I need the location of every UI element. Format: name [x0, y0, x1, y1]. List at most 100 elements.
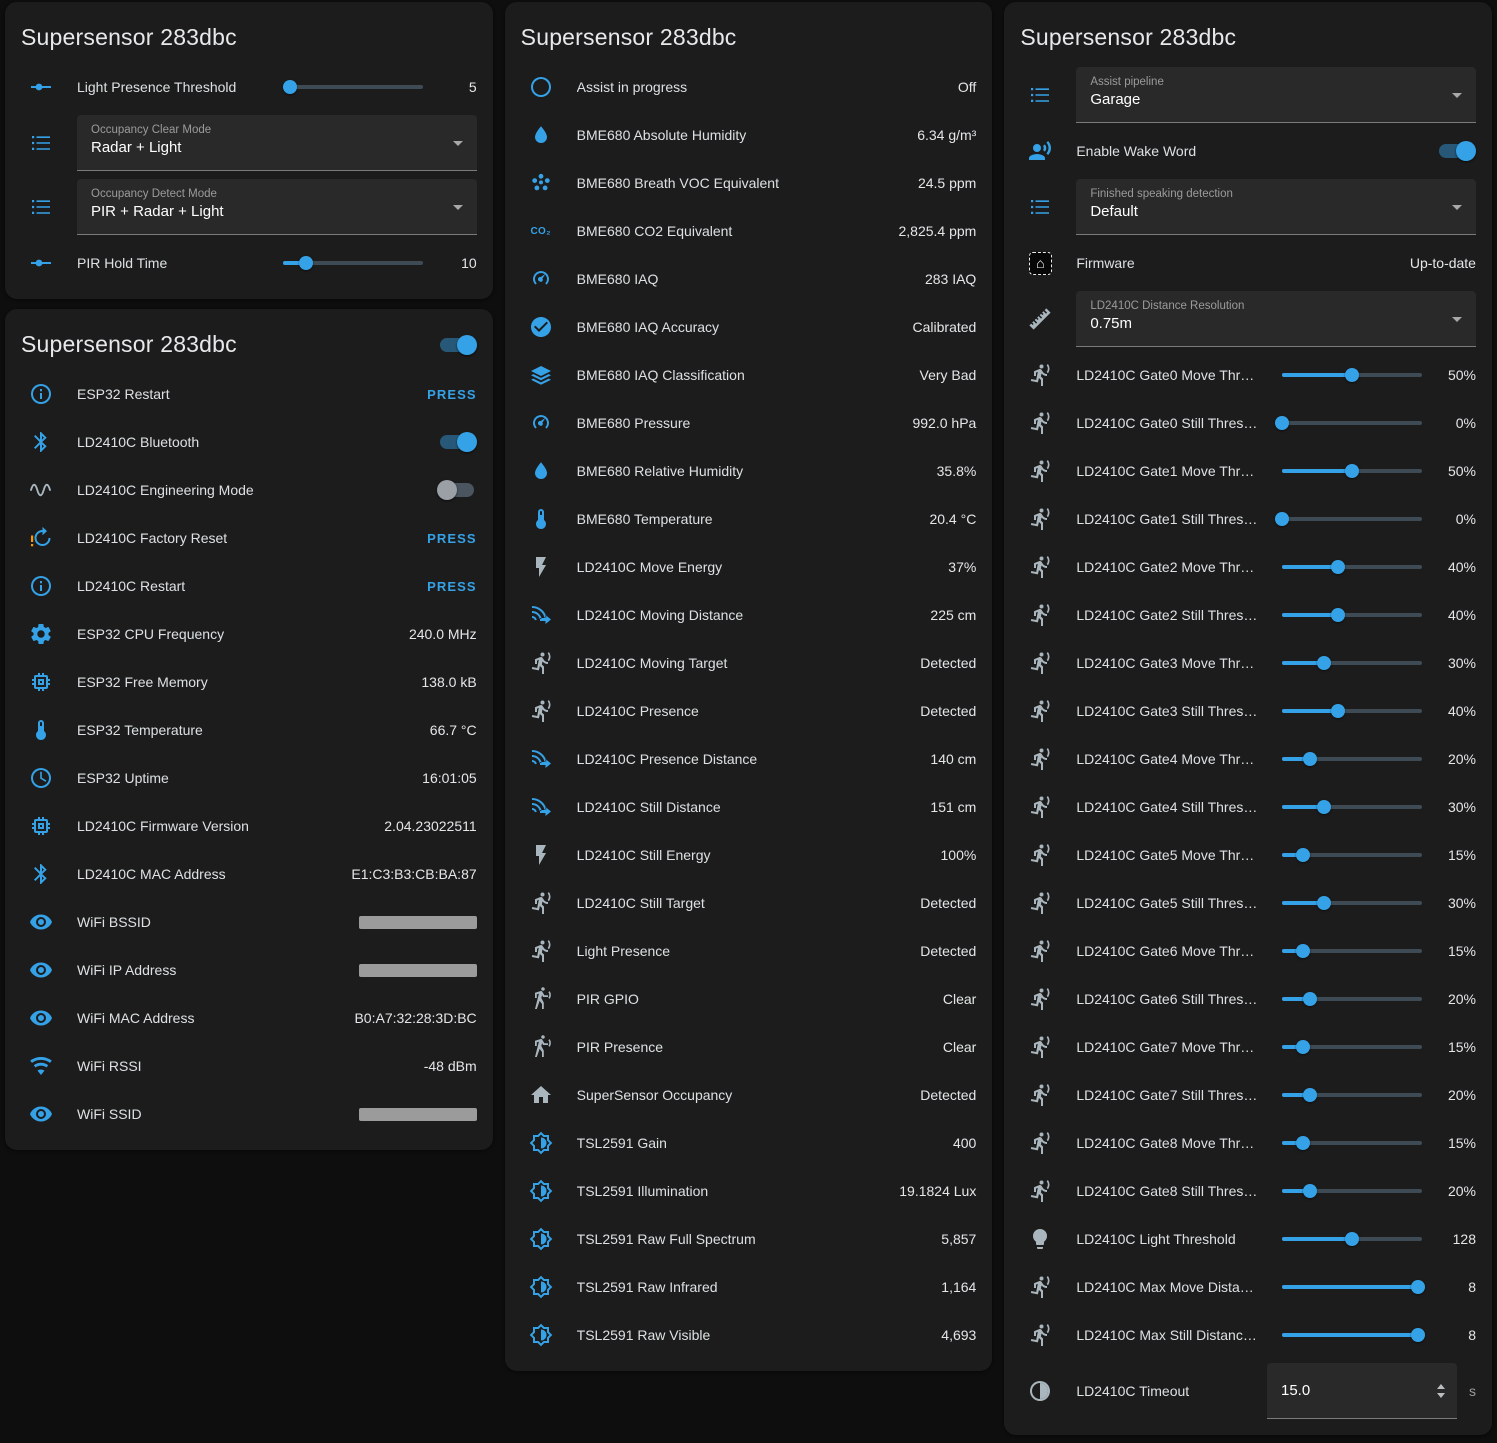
slider-thumb[interactable] — [299, 256, 313, 270]
slider-track — [1282, 805, 1422, 809]
slider-ld2410c-gate5-move-thr[interactable] — [1282, 842, 1422, 868]
slider-thumb[interactable] — [1317, 800, 1331, 814]
slider-value: 20% — [1434, 991, 1476, 1007]
slider-thumb[interactable] — [283, 80, 297, 94]
entity-label: PIR GPIO — [577, 991, 931, 1007]
slider-ld2410c-gate4-move-thr[interactable] — [1282, 746, 1422, 772]
circle-outline-icon — [529, 75, 553, 99]
select-ld2410c-distance-resolution[interactable]: LD2410C Distance Resolution0.75m — [1076, 291, 1476, 347]
row-occupancy-clear-mode: Occupancy Clear ModeRadar + Light — [5, 111, 493, 175]
entity-label: LD2410C Firmware Version — [77, 818, 372, 834]
toggle-ld2410c-engineering-mode[interactable] — [437, 480, 477, 500]
eye-icon — [29, 958, 53, 982]
slider-thumb[interactable] — [1296, 1136, 1310, 1150]
toggle-enable-wake-word[interactable] — [1436, 141, 1476, 161]
card-power-toggle[interactable] — [437, 335, 477, 355]
slider-ld2410c-gate1-still-thres[interactable] — [1282, 506, 1422, 532]
row-pir-hold-time: PIR Hold Time10 — [5, 239, 493, 287]
slider-ld2410c-gate0-move-thr[interactable] — [1282, 362, 1422, 388]
row-ld2410c-moving-target: LD2410C Moving TargetDetected — [505, 639, 993, 687]
decrement-button[interactable] — [1437, 1393, 1445, 1398]
row-ld2410c-max-move-dista: LD2410C Max Move Dista…8 — [1004, 1263, 1492, 1311]
slider-thumb[interactable] — [1296, 1040, 1310, 1054]
slider-ld2410c-gate5-still-thres[interactable] — [1282, 890, 1422, 916]
increment-button[interactable] — [1437, 1384, 1445, 1389]
slider-value: 15% — [1434, 847, 1476, 863]
row-esp32-restart: ESP32 Restart PRESS — [5, 370, 493, 418]
entity-label: LD2410C Gate4 Move Thr… — [1076, 751, 1274, 767]
slider-ld2410c-gate3-move-thr[interactable] — [1282, 650, 1422, 676]
slider-ld2410c-gate2-move-thr[interactable] — [1282, 554, 1422, 580]
entity-label: ESP32 Restart — [77, 386, 415, 402]
slider-ld2410c-gate4-still-thres[interactable] — [1282, 794, 1422, 820]
slider-thumb[interactable] — [1296, 944, 1310, 958]
lightbulb-icon — [1028, 1227, 1052, 1251]
chevron-down-icon — [1452, 93, 1462, 98]
slider-thumb[interactable] — [1317, 656, 1331, 670]
slider-ld2410c-gate6-move-thr[interactable] — [1282, 938, 1422, 964]
slider-thumb[interactable] — [1303, 752, 1317, 766]
slider-thumb[interactable] — [1303, 1184, 1317, 1198]
slider-ld2410c-gate7-still-thres[interactable] — [1282, 1082, 1422, 1108]
select-label: LD2410C Distance Resolution — [1090, 300, 1440, 312]
row-ld2410c-presence: LD2410C PresenceDetected — [505, 687, 993, 735]
slider-ld2410c-max-still-distanc[interactable] — [1282, 1322, 1422, 1348]
motion-run-icon — [1028, 843, 1052, 867]
slider-thumb[interactable] — [1345, 1232, 1359, 1246]
select-value: Garage — [1090, 91, 1440, 108]
brightness-icon — [529, 1131, 553, 1155]
slider-pir-hold-time[interactable] — [283, 250, 423, 276]
press-button-esp32-restart[interactable]: PRESS — [427, 387, 477, 402]
slider-ld2410c-gate8-still-thres[interactable] — [1282, 1178, 1422, 1204]
slider-thumb[interactable] — [1331, 704, 1345, 718]
slider-thumb[interactable] — [1411, 1280, 1425, 1294]
eye-icon — [29, 1006, 53, 1030]
slider-thumb[interactable] — [1411, 1328, 1425, 1342]
signal-distance-icon — [529, 795, 553, 819]
slider-ld2410c-gate7-move-thr[interactable] — [1282, 1034, 1422, 1060]
press-button-ld2410c-restart[interactable]: PRESS — [427, 579, 477, 594]
info-icon — [29, 382, 53, 406]
slider-value: 40% — [1434, 559, 1476, 575]
row-ld2410c-gate6-still-thres: LD2410C Gate6 Still Thres…20% — [1004, 975, 1492, 1023]
slider-ld2410c-max-move-dista[interactable] — [1282, 1274, 1422, 1300]
select-occupancy-clear-mode[interactable]: Occupancy Clear ModeRadar + Light — [77, 115, 477, 171]
select-assist-pipeline[interactable]: Assist pipelineGarage — [1076, 67, 1476, 123]
slider-ld2410c-gate1-move-thr[interactable] — [1282, 458, 1422, 484]
slider-thumb[interactable] — [1303, 992, 1317, 1006]
slider-thumb[interactable] — [1303, 1088, 1317, 1102]
slider-thumb[interactable] — [1296, 848, 1310, 862]
slider-thumb[interactable] — [1331, 560, 1345, 574]
slider-ld2410c-gate3-still-thres[interactable] — [1282, 698, 1422, 724]
water-drop-icon — [529, 459, 553, 483]
slider-ld2410c-light-threshold[interactable] — [1282, 1226, 1422, 1252]
slider-light-presence-threshold[interactable] — [283, 74, 423, 100]
slider-ld2410c-gate6-still-thres[interactable] — [1282, 986, 1422, 1012]
slider-thumb[interactable] — [1345, 464, 1359, 478]
select-occupancy-detect-mode[interactable]: Occupancy Detect ModePIR + Radar + Light — [77, 179, 477, 235]
entity-label: BME680 Pressure — [577, 415, 901, 431]
press-button-ld2410c-factory-reset[interactable]: PRESS — [427, 531, 477, 546]
slider-thumb[interactable] — [1275, 512, 1289, 526]
slider-thumb[interactable] — [1331, 608, 1345, 622]
number-input-ld2410c-timeout[interactable]: 15.0 — [1267, 1363, 1457, 1419]
motion-run-icon — [1028, 555, 1052, 579]
row-bme680-iaq: BME680 IAQ283 IAQ — [505, 255, 993, 303]
row-ld2410c-gate6-move-thr: LD2410C Gate6 Move Thr…15% — [1004, 927, 1492, 975]
slider-thumb[interactable] — [1345, 368, 1359, 382]
select-finished-speaking-detection[interactable]: Finished speaking detectionDefault — [1076, 179, 1476, 235]
motion-walk-icon — [529, 1035, 553, 1059]
row-pir-presence: PIR PresenceClear — [505, 1023, 993, 1071]
entity-label: PIR Presence — [577, 1039, 931, 1055]
slider-ld2410c-gate2-still-thres[interactable] — [1282, 602, 1422, 628]
slider-thumb[interactable] — [1275, 416, 1289, 430]
slider-thumb[interactable] — [1317, 896, 1331, 910]
slider-ld2410c-gate0-still-thres[interactable] — [1282, 410, 1422, 436]
slider-ld2410c-gate8-move-thr[interactable] — [1282, 1130, 1422, 1156]
entity-value: 4,693 — [941, 1327, 976, 1343]
toggle-ld2410c-bluetooth[interactable] — [437, 432, 477, 452]
entity-label: LD2410C Gate8 Move Thr… — [1076, 1135, 1274, 1151]
ruler-icon — [1028, 307, 1052, 331]
select-value: Radar + Light — [91, 139, 441, 156]
motion-run-icon — [529, 651, 553, 675]
